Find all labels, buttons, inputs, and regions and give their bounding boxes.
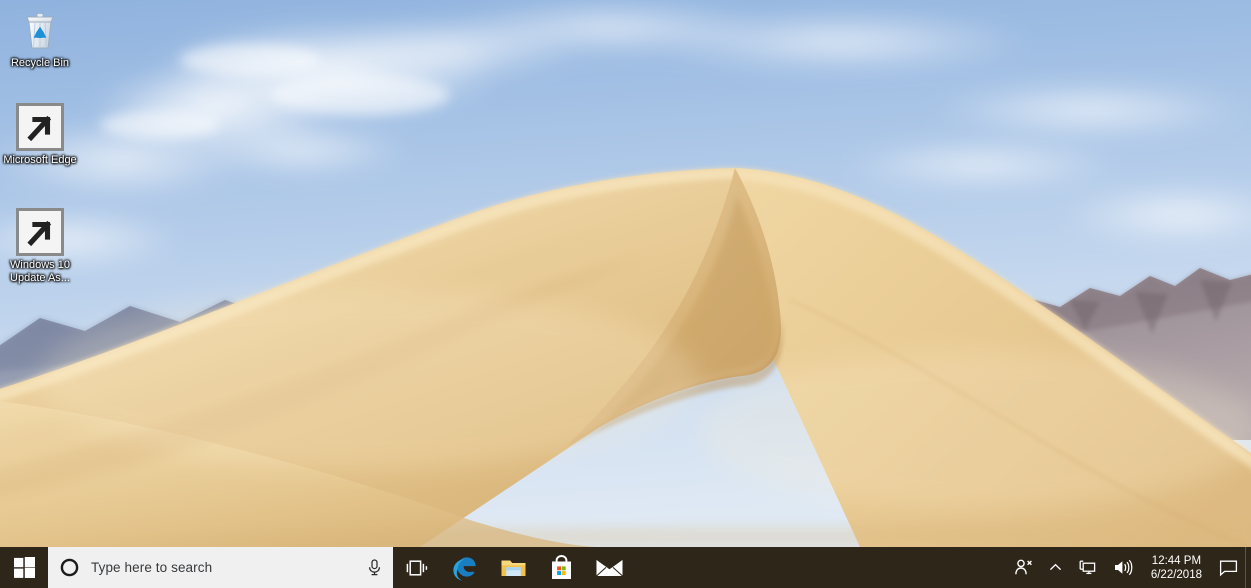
task-view-icon [406, 559, 428, 576]
taskbar-clock[interactable]: 12:44 PM 6/22/2018 [1141, 547, 1212, 588]
desktop-icon-update-assistant[interactable]: Windows 10 Update As... [2, 208, 78, 284]
system-tray [1006, 547, 1141, 588]
recycle-bin-icon [16, 6, 64, 54]
taskbar-item-microsoft-store[interactable] [537, 547, 585, 588]
envelope-icon [595, 559, 623, 576]
edge-icon [453, 556, 476, 581]
windows-shield-icon [16, 208, 64, 256]
desktop-surface[interactable]: Recycle Bin Microsoft Edge Windows 10 Up… [0, 0, 1251, 547]
clock-date: 6/22/2018 [1150, 568, 1202, 581]
people-icon [1015, 559, 1032, 575]
cortana-circle-icon[interactable] [60, 558, 79, 577]
tray-overflow-button[interactable] [1041, 547, 1070, 588]
start-button[interactable] [0, 547, 48, 588]
action-center-button[interactable] [1212, 547, 1245, 588]
store-bag-icon [551, 554, 571, 579]
desktop-icon-recycle-bin[interactable]: Recycle Bin [2, 6, 78, 70]
taskbar-item-mail[interactable] [585, 547, 633, 588]
desktop-icon-label: Microsoft Edge [3, 154, 77, 166]
desktop-icon-label: Windows 10 Update As... [10, 259, 70, 284]
speaker-icon [1114, 559, 1133, 576]
task-view-button[interactable] [393, 547, 441, 588]
taskbar-item-file-explorer[interactable] [489, 547, 537, 588]
shortcut-arrow-icon [16, 208, 64, 256]
chevron-up-icon [1049, 563, 1061, 571]
desktop-wallpaper [0, 0, 1251, 547]
search-input[interactable]: Type here to search [48, 547, 393, 588]
taskbar-empty-area[interactable] [633, 547, 1006, 588]
network-monitor-icon [1079, 560, 1096, 575]
tray-item-people[interactable] [1006, 547, 1041, 588]
taskbar-item-edge[interactable] [441, 547, 489, 588]
microphone-icon[interactable] [366, 558, 383, 577]
folder-icon [501, 560, 525, 576]
desktop-icon-microsoft-edge[interactable]: Microsoft Edge [2, 103, 78, 167]
show-desktop-button[interactable] [1245, 547, 1251, 588]
edge-icon [16, 103, 64, 151]
search-placeholder-text: Type here to search [91, 560, 213, 575]
shortcut-arrow-icon [16, 103, 64, 151]
taskbar: Type here to search 12:44 PM 6/22/2018 [0, 547, 1251, 588]
windows-logo-icon [13, 557, 35, 578]
desktop-icon-label: Recycle Bin [10, 57, 70, 69]
speech-bubble-icon [1219, 560, 1238, 576]
tray-item-network[interactable] [1070, 547, 1105, 588]
tray-item-volume[interactable] [1105, 547, 1141, 588]
pinned-apps [441, 547, 633, 588]
clock-time: 12:44 PM [1151, 554, 1202, 567]
